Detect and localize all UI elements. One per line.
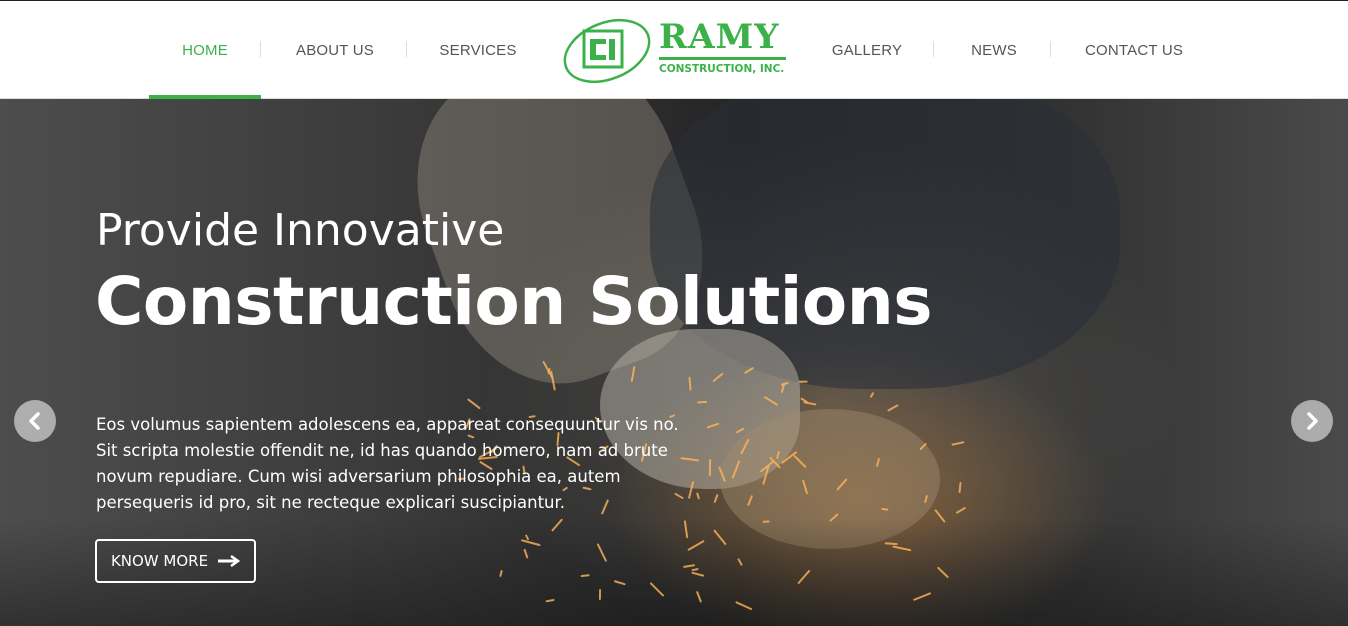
nav-divider	[1050, 41, 1051, 57]
chevron-right-icon	[1307, 412, 1318, 430]
hero-text-line: persequeris id pro, sit ne recteque expl…	[96, 493, 566, 512]
nav-divider	[933, 41, 934, 57]
spark	[696, 400, 707, 404]
slider-next-button[interactable]	[1291, 400, 1333, 442]
spark	[955, 507, 967, 515]
nav-divider	[260, 41, 261, 57]
hero-title-line2: Construction Solutions	[95, 263, 933, 340]
spark	[887, 403, 899, 412]
know-more-button[interactable]: KNOW MORE	[95, 539, 256, 583]
nav-services[interactable]: SERVICES	[428, 1, 528, 99]
spark	[958, 482, 962, 494]
know-more-label: KNOW MORE	[110, 552, 209, 570]
spark	[869, 391, 875, 398]
logo-subtitle: CONSTRUCTION, INC.	[659, 63, 785, 75]
nav-divider	[406, 41, 407, 57]
logo-underline	[659, 57, 786, 60]
slider-prev-button[interactable]	[14, 400, 56, 442]
hero-text-line: Sit scripta molestie offendit ne, id has…	[96, 441, 668, 460]
spark	[466, 398, 481, 410]
nav-home[interactable]: HOME	[149, 1, 261, 99]
spark	[951, 441, 965, 446]
chevron-left-icon	[29, 412, 40, 430]
logo-name: RAMY	[659, 17, 780, 57]
spark	[598, 588, 601, 600]
hero-text-line: novum repudiare. Cum wisi adversarium ph…	[96, 467, 621, 486]
hero-title-line1: Provide Innovative	[96, 205, 505, 256]
hero-description: Eos volumus sapientem adolescens ea, app…	[96, 412, 716, 516]
site-logo[interactable]: RAMY CONSTRUCTION, INC.	[560, 15, 790, 85]
hero-slider: Provide Innovative Construction Solution…	[0, 99, 1348, 626]
nav-about-us[interactable]: ABOUT US	[280, 1, 390, 99]
logo-emblem-icon	[563, 18, 651, 84]
nav-news[interactable]: NEWS	[955, 1, 1033, 99]
nav-contact-us[interactable]: CONTACT US	[1074, 1, 1194, 99]
site-header: HOME ABOUT US SERVICES RAMY CONSTRUCTION…	[0, 0, 1348, 99]
spark	[762, 520, 770, 523]
hero-text-line: Eos volumus sapientem adolescens ea, app…	[96, 415, 679, 434]
arrow-right-icon	[218, 555, 241, 567]
nav-gallery[interactable]: GALLERY	[822, 1, 912, 99]
